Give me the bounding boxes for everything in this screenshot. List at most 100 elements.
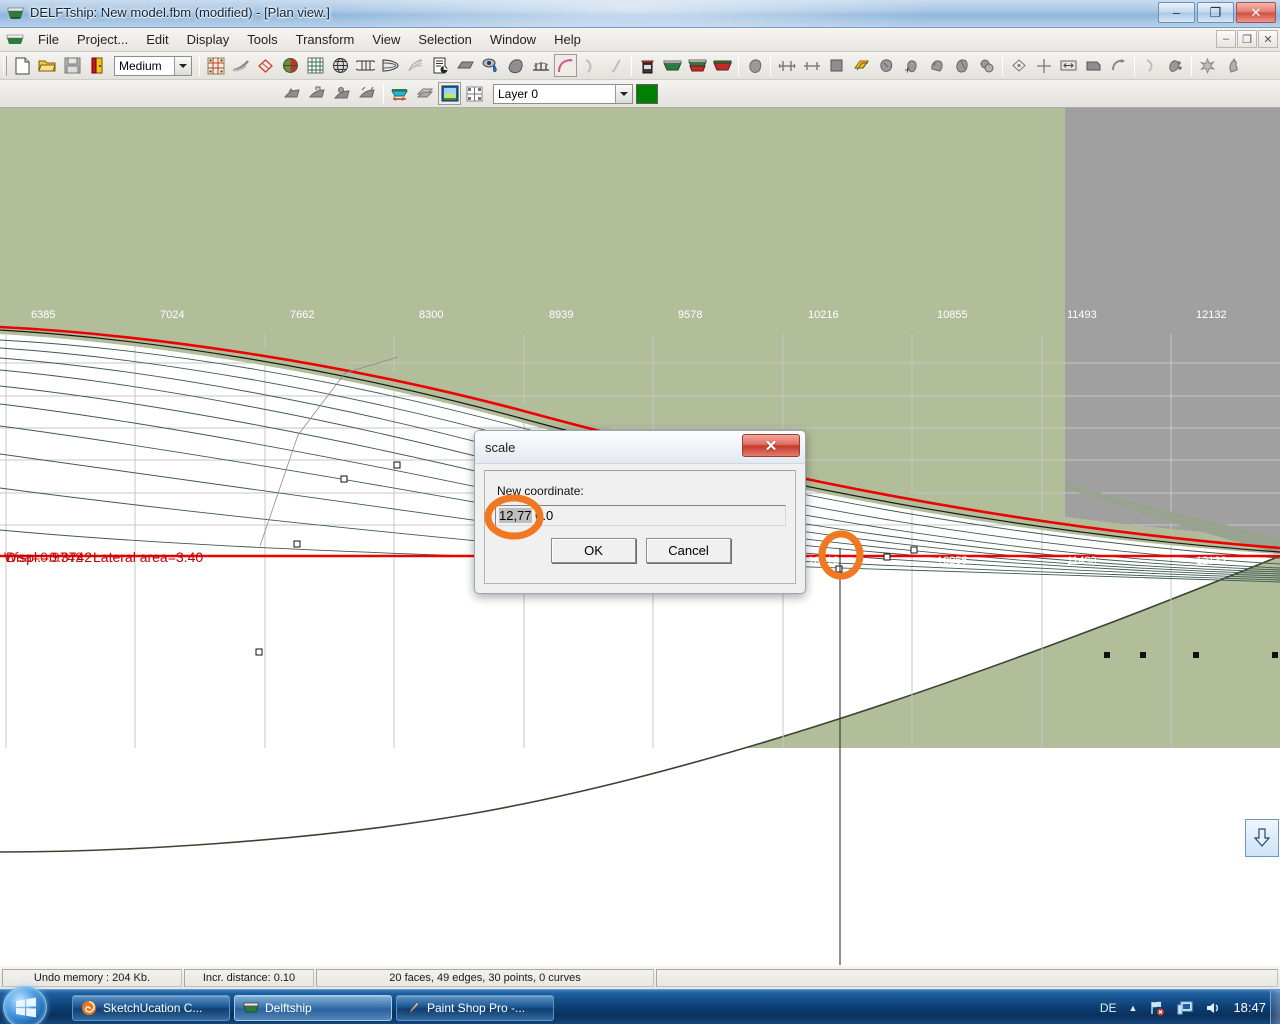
spline2-icon[interactable]	[604, 54, 627, 77]
speaker-icon	[1207, 1002, 1219, 1013]
open-folder-icon[interactable]	[36, 54, 59, 77]
taskbar-item-delftship[interactable]: Delftship	[234, 995, 392, 1021]
menu-item-window[interactable]: Window	[481, 29, 545, 50]
paintshop-icon	[406, 1001, 420, 1015]
chevron-down-icon[interactable]	[174, 56, 191, 75]
precision-combo[interactable]: Medium	[114, 55, 192, 76]
system-tray: DE ▲ 18:47	[1094, 990, 1280, 1024]
start-button[interactable]	[3, 986, 47, 1024]
toolbar-grip[interactable]	[3, 55, 7, 76]
rooster-icon[interactable]	[1221, 54, 1244, 77]
cancel-button[interactable]: Cancel	[646, 538, 731, 563]
distance-icon[interactable]	[800, 54, 823, 77]
layer-chevron-down-icon[interactable]	[615, 84, 632, 103]
rock-gray-icon[interactable]	[743, 54, 766, 77]
menu-item-edit[interactable]: Edit	[137, 29, 177, 50]
mdi-minimize-button[interactable]: –	[1216, 30, 1236, 48]
color-plane-icon[interactable]	[850, 54, 873, 77]
tray-monitor-icon[interactable]	[1177, 1000, 1193, 1016]
ruler-label-bottom-3: 12132	[1196, 555, 1227, 567]
arrow-down-icon	[1253, 828, 1271, 847]
hull-gray-4-icon[interactable]	[356, 82, 379, 105]
exit-door-icon[interactable]	[86, 54, 109, 77]
render-globe-icon[interactable]	[329, 54, 352, 77]
minimize-button[interactable]: –	[1158, 2, 1195, 23]
delftship-icon	[243, 1002, 259, 1013]
hull-layers-icon[interactable]	[686, 54, 709, 77]
points-icon[interactable]	[1164, 54, 1187, 77]
new-file-icon[interactable]	[11, 54, 34, 77]
waterlines-icon[interactable]	[379, 54, 402, 77]
hull-gray-3-icon[interactable]	[331, 82, 354, 105]
report-icon[interactable]	[429, 54, 452, 77]
curve-small-icon[interactable]	[1139, 54, 1162, 77]
render-colored-icon[interactable]	[388, 82, 411, 105]
hull-red-icon[interactable]	[711, 54, 734, 77]
stations-icon[interactable]	[529, 54, 552, 77]
ok-button[interactable]: OK	[551, 538, 636, 563]
flat-plate-icon[interactable]	[454, 54, 477, 77]
shape-a-icon[interactable]	[925, 54, 948, 77]
wireframe-icon[interactable]	[404, 54, 427, 77]
hull-sections-icon[interactable]	[354, 54, 377, 77]
layer-combo[interactable]: Layer 0	[493, 83, 633, 104]
square-icon[interactable]	[825, 54, 848, 77]
shape-b-icon[interactable]	[950, 54, 973, 77]
taskbar-item-paintshop[interactable]: Paint Shop Pro -...	[396, 995, 554, 1021]
menu-item-selection[interactable]: Selection	[409, 29, 480, 50]
layer-color-swatch[interactable]	[636, 83, 658, 104]
save-icon[interactable]	[61, 54, 84, 77]
title-bar-glow	[320, 0, 940, 27]
tray-chevron-up-icon[interactable]: ▲	[1129, 1003, 1138, 1013]
extrude-icon[interactable]	[1082, 54, 1105, 77]
restore-button[interactable]: ❐	[1197, 2, 1234, 23]
wire-corners-icon[interactable]	[463, 82, 486, 105]
spline1-icon[interactable]	[579, 54, 602, 77]
menu-item-display[interactable]: Display	[178, 29, 239, 50]
menu-item-project[interactable]: Project...	[68, 29, 137, 50]
show-desktop-button[interactable]	[1270, 990, 1280, 1024]
curvature-icon[interactable]	[554, 54, 577, 77]
mdi-close-button[interactable]: ✕	[1258, 30, 1278, 48]
layers-icon[interactable]	[413, 82, 436, 105]
scroll-down-button[interactable]	[1245, 819, 1279, 857]
shaded-view-icon[interactable]	[438, 82, 461, 105]
hull-green-icon[interactable]	[661, 54, 684, 77]
menu-item-view[interactable]: View	[363, 29, 409, 50]
sphere-shade-icon[interactable]	[279, 54, 302, 77]
mdi-restore-button[interactable]: ❐	[1237, 30, 1257, 48]
tray-clock[interactable]: 18:47	[1233, 1000, 1266, 1015]
tank-icon[interactable]	[636, 54, 659, 77]
collapse-icon[interactable]	[1057, 54, 1080, 77]
hull-curve-icon[interactable]	[229, 54, 252, 77]
grid-lines-icon[interactable]	[304, 54, 327, 77]
taskbar-item-sketchucation[interactable]: SketchUcation C...	[72, 995, 230, 1021]
intersect-icon[interactable]	[775, 54, 798, 77]
checker-grid-icon[interactable]	[204, 54, 227, 77]
menu-item-file[interactable]: File	[29, 29, 68, 50]
tray-language[interactable]: DE	[1100, 1001, 1117, 1015]
add-point-icon[interactable]	[900, 54, 923, 77]
rock2-icon[interactable]	[875, 54, 898, 77]
menu-item-help[interactable]: Help	[545, 29, 590, 50]
diamond-outline-icon[interactable]	[254, 54, 277, 77]
shape-c-icon[interactable]	[975, 54, 998, 77]
tray-network-error-icon[interactable]	[1149, 1000, 1165, 1016]
scale-dialog[interactable]: scale ✕ New coordinate: 12,77 0.0 OK Can…	[474, 430, 806, 594]
hull-gray-1-icon[interactable]	[281, 82, 304, 105]
rotate-diamond-icon[interactable]	[1007, 54, 1030, 77]
crosshair-icon[interactable]	[1032, 54, 1055, 77]
menu-item-transform[interactable]: Transform	[287, 29, 364, 50]
flip-icon[interactable]	[1107, 54, 1130, 77]
explode-icon[interactable]	[1196, 54, 1219, 77]
drop-eye-icon[interactable]	[479, 54, 502, 77]
menu-item-tools[interactable]: Tools	[238, 29, 286, 50]
dialog-close-button[interactable]: ✕	[742, 434, 800, 457]
status-geometry-info: 20 faces, 49 edges, 30 points, 0 curves	[316, 968, 654, 987]
tray-speaker-icon[interactable]	[1205, 1000, 1221, 1016]
shape-fill-icon[interactable]	[504, 54, 527, 77]
new-coordinate-input[interactable]: 12,77 0.0	[495, 505, 786, 526]
hull-gray-2-icon[interactable]	[306, 82, 329, 105]
document-app-icon	[6, 34, 24, 44]
close-button[interactable]: ✕	[1236, 2, 1276, 23]
